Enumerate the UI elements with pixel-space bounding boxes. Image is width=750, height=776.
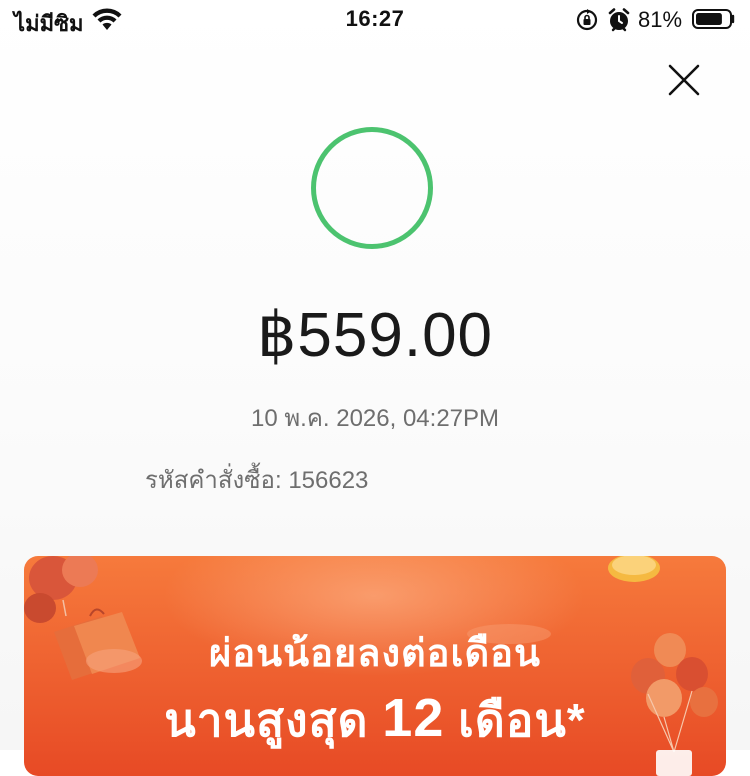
payment-datetime: 10 พ.ค. 2026, 04:27PM bbox=[250, 405, 500, 432]
banner-line2-prefix: นานสูงสุด bbox=[164, 694, 369, 746]
success-ring bbox=[311, 127, 433, 249]
payment-amount: ฿559.00 bbox=[256, 301, 494, 370]
close-icon[interactable] bbox=[664, 60, 704, 100]
banner-subheadline: นานสูงสุด 12 เดือน* bbox=[24, 684, 726, 757]
alarm-icon bbox=[608, 8, 630, 32]
banner-line2-suffix: เดือน* bbox=[458, 694, 586, 746]
banner-headline: ผ่อนน้อยลงต่อเดือน bbox=[209, 633, 541, 675]
promo-banner[interactable]: ผ่อนน้อยลงต่อเดือน นานสูงสุด 12 เดือน* bbox=[24, 556, 726, 776]
battery-percent: 81% bbox=[638, 7, 683, 32]
status-bar: ไม่มีซิม 16:27 81% bbox=[0, 0, 750, 42]
coin-icon bbox=[608, 556, 660, 582]
battery-icon bbox=[692, 9, 735, 29]
order-number-value: 156623 bbox=[288, 467, 369, 494]
banner-months-number: 12 bbox=[382, 688, 445, 748]
order-number-label: รหัสคำสั่งซื้อ: bbox=[145, 467, 282, 494]
order-number-row: รหัสคำสั่งซื้อ: 156623 bbox=[145, 460, 393, 499]
rotation-lock-icon bbox=[576, 9, 598, 31]
